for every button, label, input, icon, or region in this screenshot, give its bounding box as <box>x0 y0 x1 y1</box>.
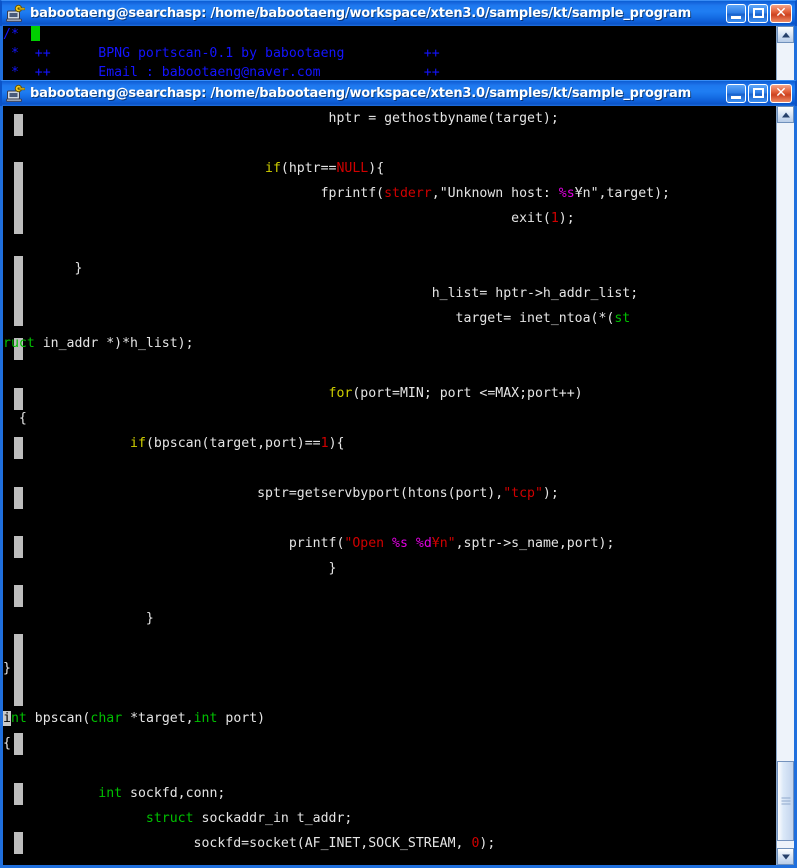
grip-icon <box>781 797 790 805</box>
background-window-title: babootaeng@searchasp: /home/babootaeng/w… <box>30 5 691 21</box>
close-button[interactable]: ✕ <box>770 4 792 23</box>
editor-scroll-track[interactable] <box>777 123 794 848</box>
source-code-text[interactable]: hptr = gethostbyname(target); if(hptr==N… <box>3 106 686 865</box>
close-button[interactable]: ✕ <box>770 84 792 103</box>
scroll-down-button[interactable] <box>777 848 794 865</box>
maximize-button[interactable] <box>748 4 768 23</box>
scroll-up-button[interactable] <box>777 26 794 43</box>
maximize-button[interactable] <box>748 84 768 103</box>
scroll-up-button[interactable] <box>777 106 794 123</box>
chevron-up-icon <box>781 32 790 37</box>
putty-terminal-icon <box>6 84 26 103</box>
foreground-window-body: hptr = gethostbyname(target); if(hptr==N… <box>0 106 797 868</box>
foreground-window-title: babootaeng@searchasp: /home/babootaeng/w… <box>30 85 691 101</box>
editor-scrollbar[interactable] <box>776 106 794 865</box>
minimize-button[interactable] <box>726 84 746 103</box>
code-editor-viewport[interactable]: hptr = gethostbyname(target); if(hptr==N… <box>3 106 776 865</box>
close-icon: ✕ <box>775 85 787 101</box>
minimize-button[interactable] <box>726 4 746 23</box>
chevron-down-icon <box>781 854 790 859</box>
close-icon: ✕ <box>775 5 787 21</box>
background-window-caption-buttons[interactable]: ✕ <box>726 4 792 23</box>
foreground-terminal-window[interactable]: babootaeng@searchasp: /home/babootaeng/w… <box>0 80 797 868</box>
background-window-titlebar[interactable]: babootaeng@searchasp: /home/babootaeng/w… <box>0 0 797 26</box>
terminal-cursor-block <box>31 26 40 41</box>
scroll-thumb[interactable] <box>777 761 794 841</box>
chevron-up-icon <box>781 112 790 117</box>
putty-terminal-icon <box>6 4 26 23</box>
foreground-window-caption-buttons[interactable]: ✕ <box>726 84 792 103</box>
foreground-window-titlebar[interactable]: babootaeng@searchasp: /home/babootaeng/w… <box>0 80 797 106</box>
